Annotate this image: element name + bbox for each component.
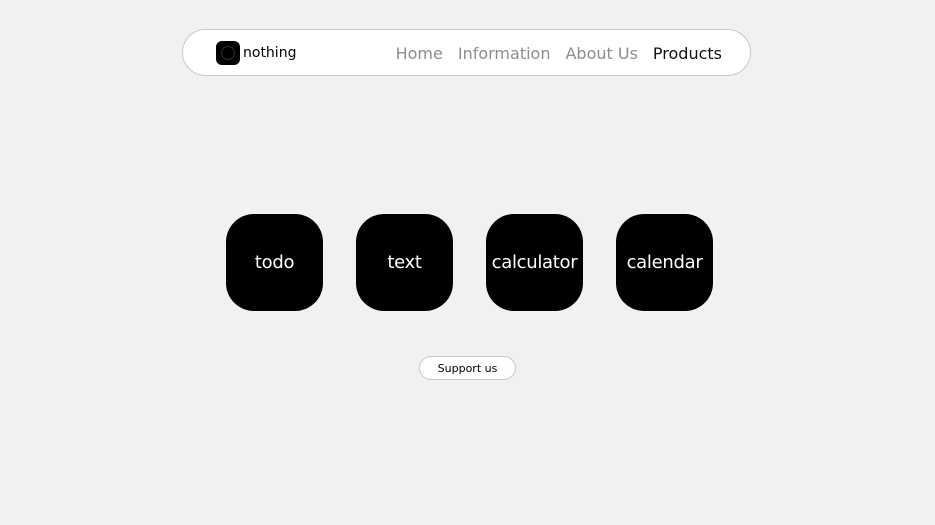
brand-link[interactable]: nothing: [216, 41, 296, 65]
top-navbar: nothing Home Information About Us Produc…: [182, 29, 751, 76]
nav-link-home[interactable]: Home: [396, 44, 443, 63]
logo-ring: [221, 46, 235, 60]
app-tile-todo[interactable]: todo: [226, 214, 323, 311]
app-tile-label: calendar: [626, 252, 703, 273]
nav-link-about-us[interactable]: About Us: [565, 44, 637, 63]
app-tiles: todo text calculator calendar: [226, 214, 713, 311]
nothing-logo-icon: [216, 41, 240, 65]
brand-name: nothing: [243, 45, 297, 61]
nav-link-information[interactable]: Information: [458, 44, 551, 63]
app-tile-label: text: [387, 252, 422, 273]
app-tile-label: calculator: [491, 252, 578, 273]
nav-links: Home Information About Us Products: [381, 30, 722, 77]
nav-link-products[interactable]: Products: [653, 44, 722, 63]
app-tile-calculator[interactable]: calculator: [486, 214, 583, 311]
app-tile-calendar[interactable]: calendar: [616, 214, 713, 311]
app-tile-text[interactable]: text: [356, 214, 453, 311]
app-tile-label: todo: [254, 252, 295, 273]
support-us-button[interactable]: Support us: [419, 356, 516, 380]
